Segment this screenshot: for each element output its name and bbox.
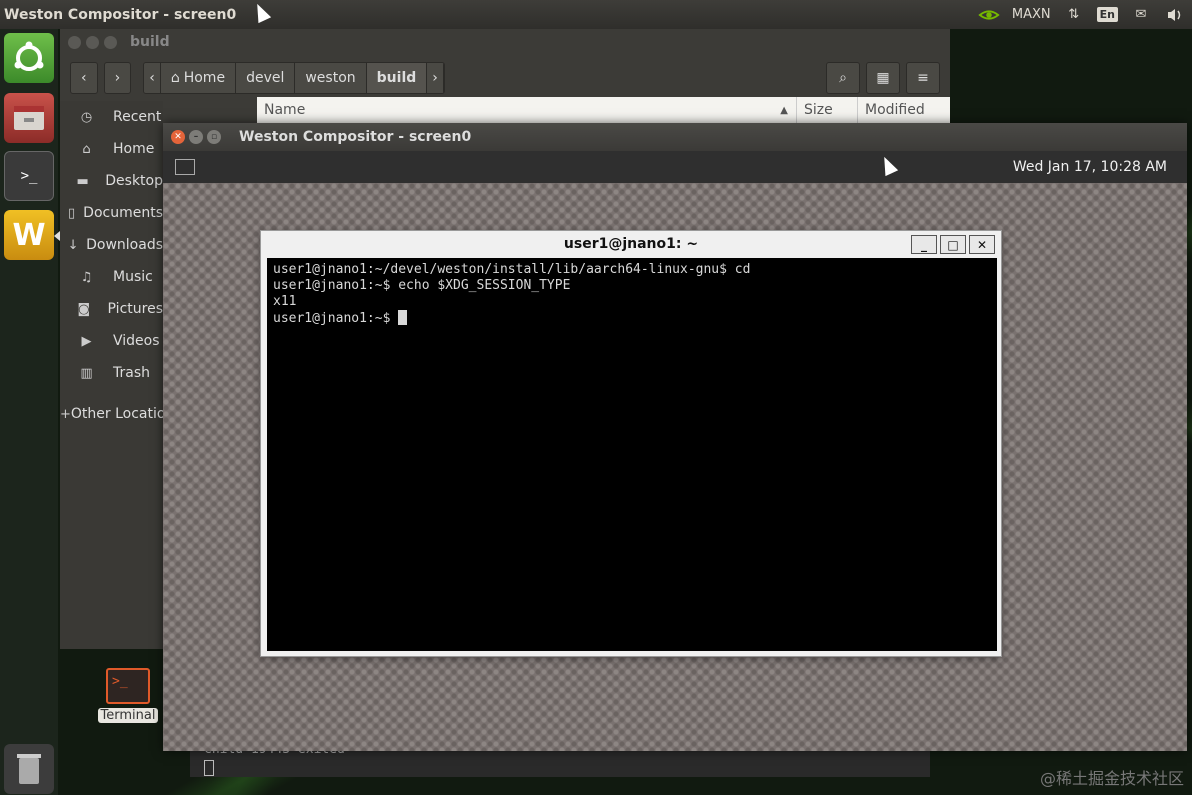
music-icon: ♫: [80, 269, 93, 285]
document-icon: ▯: [68, 205, 76, 221]
breadcrumb-devel[interactable]: devel: [236, 63, 296, 93]
sidebar-item-other-locations[interactable]: +Other Locations: [60, 400, 163, 428]
terminal-minimize-button[interactable]: _: [911, 235, 937, 254]
weston-terminal-launcher-icon[interactable]: [175, 159, 195, 175]
terminal-maximize-button[interactable]: □: [940, 235, 966, 254]
file-manager-sidebar: ◷ Recent ⌂ Home ▬ Desktop ▯ Documents ↓ Downl…: [60, 101, 163, 649]
volume-icon[interactable]: [1164, 6, 1186, 24]
maximize-icon[interactable]: [104, 35, 117, 49]
file-manager-title: build: [130, 34, 170, 50]
terminal-output[interactable]: user1@jnano1:~/devel/weston/install/lib/…: [267, 258, 997, 651]
weston-maximize-button[interactable]: ▫: [207, 130, 221, 144]
terminal-line: user1@jnano1:~/devel/weston/install/lib/…: [273, 262, 751, 277]
hamburger-icon: ≡: [917, 70, 929, 86]
home-icon: ⌂: [170, 70, 180, 86]
file-list-header: Name ▲ Size Modified: [257, 97, 950, 123]
column-modified[interactable]: Modified: [858, 97, 950, 123]
clock-icon: ◷: [80, 109, 93, 125]
sidebar-item-trash[interactable]: ▥ Trash: [60, 359, 163, 387]
trash-icon[interactable]: [4, 744, 54, 794]
grid-icon: ▦: [876, 70, 890, 86]
close-icon[interactable]: [68, 35, 81, 49]
terminal-window[interactable]: user1@jnano1: ~ _ □ ✕ user1@jnano1:~/dev…: [260, 230, 1002, 657]
weston-titlebar: ✕ – ▫ Weston Compositor - screen0: [163, 123, 1187, 151]
weston-close-button[interactable]: ✕: [171, 130, 185, 144]
menu-button[interactable]: ≡: [906, 62, 940, 94]
background-terminal-cursor: [204, 760, 214, 776]
active-window-title: Weston Compositor - screen0: [4, 6, 237, 23]
forward-button[interactable]: ›: [103, 62, 132, 94]
weston-window-title: Weston Compositor - screen0: [239, 129, 472, 145]
network-icon[interactable]: ⇅: [1063, 6, 1085, 24]
chevron-right-icon: ›: [114, 70, 121, 86]
weston-clock: Wed Jan 17, 10:28 AM: [1012, 159, 1167, 175]
sidebar-item-recent[interactable]: ◷ Recent: [60, 103, 163, 131]
desktop-terminal-shortcut[interactable]: >_ Terminal: [96, 668, 160, 730]
keyboard-layout-indicator[interactable]: En: [1096, 7, 1118, 22]
terminal-prompt: user1@jnano1:~$: [273, 311, 399, 326]
breadcrumb-scroll-right[interactable]: ›: [427, 63, 444, 93]
ubuntu-dash-icon[interactable]: [4, 33, 54, 83]
wayland-icon[interactable]: W: [4, 210, 54, 260]
top-panel: Weston Compositor - screen0 MAXN ⇅ En ✉: [0, 0, 1192, 29]
minimize-icon[interactable]: [86, 35, 99, 49]
breadcrumb-build[interactable]: build: [366, 63, 428, 93]
plus-icon: +: [60, 406, 71, 422]
sidebar-item-documents[interactable]: ▯ Documents: [60, 199, 163, 227]
maximize-icon: ▫: [210, 132, 218, 142]
sidebar-item-music[interactable]: ♫ Music: [60, 263, 163, 291]
files-app-icon[interactable]: [4, 93, 54, 143]
terminal-close-button[interactable]: ✕: [969, 235, 995, 254]
power-mode-label[interactable]: MAXN: [1012, 7, 1051, 22]
nvidia-icon[interactable]: [978, 6, 1000, 24]
sidebar-item-pictures[interactable]: ◙ Pictures: [60, 295, 163, 323]
folder-icon: ▬: [76, 173, 89, 189]
weston-panel: Wed Jan 17, 10:28 AM: [163, 151, 1187, 183]
breadcrumb-scroll-left[interactable]: ‹: [144, 63, 161, 93]
trash-icon: ▥: [80, 365, 93, 381]
mail-icon[interactable]: ✉: [1130, 6, 1152, 24]
file-manager-titlebar: build: [60, 29, 950, 55]
minimize-icon: –: [193, 132, 199, 142]
terminal-shortcut-icon: >_: [106, 668, 150, 704]
terminal-titlebar: user1@jnano1: ~ _ □ ✕: [261, 231, 1001, 257]
close-icon: ✕: [174, 132, 182, 142]
terminal-line: x11: [273, 294, 297, 309]
video-icon: ▶: [81, 333, 92, 349]
terminal-title: user1@jnano1: ~: [563, 236, 699, 252]
minimize-icon: _: [921, 237, 927, 252]
sidebar-item-videos[interactable]: ▶ Videos: [60, 327, 163, 355]
back-button[interactable]: ‹: [70, 62, 98, 94]
breadcrumb-weston[interactable]: weston: [295, 63, 367, 93]
sort-asc-icon: ▲: [780, 104, 788, 116]
weston-minimize-button[interactable]: –: [189, 130, 203, 144]
breadcrumb-home[interactable]: ⌂ Home: [160, 63, 237, 93]
view-grid-button[interactable]: ▦: [866, 62, 900, 94]
watermark: @稀土掘金技术社区: [1039, 769, 1184, 788]
breadcrumb: ‹ ⌂ Home devel weston build ›: [143, 62, 445, 94]
sidebar-item-home[interactable]: ⌂ Home: [60, 135, 163, 163]
camera-icon: ◙: [77, 301, 91, 317]
download-icon: ↓: [67, 237, 79, 253]
launcher: >_ W: [0, 29, 60, 795]
home-icon: ⌂: [82, 141, 91, 157]
terminal-app-icon[interactable]: >_: [4, 151, 54, 201]
column-name[interactable]: Name ▲: [257, 97, 797, 123]
file-manager-toolbar: ‹ › ‹ ⌂ Home devel weston build › ⌕ ▦ ≡: [60, 55, 950, 101]
terminal-cursor: [398, 310, 408, 325]
column-size[interactable]: Size: [797, 97, 858, 123]
terminal-shortcut-label: Terminal: [97, 708, 159, 723]
search-button[interactable]: ⌕: [826, 62, 860, 94]
weston-window[interactable]: ✕ – ▫ Weston Compositor - screen0 Wed Ja…: [163, 123, 1187, 751]
chevron-left-icon: ‹: [81, 70, 87, 86]
sidebar-item-desktop[interactable]: ▬ Desktop: [60, 167, 163, 195]
search-icon: ⌕: [839, 70, 847, 86]
sidebar-item-downloads[interactable]: ↓ Downloads: [60, 231, 163, 259]
terminal-line: user1@jnano1:~$ echo $XDG_SESSION_TYPE: [273, 278, 571, 293]
close-icon: ✕: [976, 237, 988, 252]
maximize-icon: □: [947, 237, 959, 252]
